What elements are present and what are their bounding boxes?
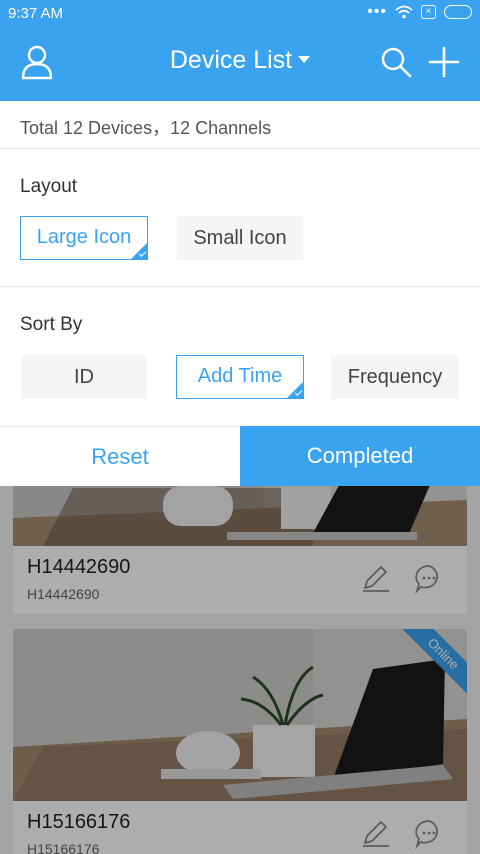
action-buttons: Reset Completed xyxy=(0,426,480,486)
page-title: Device List xyxy=(169,46,293,74)
sort-title: Sort By xyxy=(20,314,83,335)
option-label: Small Icon xyxy=(193,227,287,249)
header-bar: 9:37 AM ••• × Device List xyxy=(0,0,480,101)
sort-option-frequency[interactable]: Frequency xyxy=(331,355,459,399)
status-time: 9:37 AM xyxy=(8,5,64,22)
option-label: ID xyxy=(74,366,94,388)
layout-section: Layout Large Icon Small Icon xyxy=(0,149,480,287)
search-icon[interactable] xyxy=(378,44,414,80)
layout-title: Layout xyxy=(20,176,78,197)
add-icon[interactable] xyxy=(426,44,462,80)
device-summary: Total 12 Devices，12 Channels xyxy=(0,101,480,149)
more-dots-icon: ••• xyxy=(367,3,387,20)
sort-option-add-time[interactable]: Add Time xyxy=(176,355,304,399)
option-label: Large Icon xyxy=(36,226,132,248)
battery-icon xyxy=(444,5,472,19)
option-label: Add Time xyxy=(197,365,283,387)
sort-option-id[interactable]: ID xyxy=(21,355,147,399)
completed-button[interactable]: Completed xyxy=(240,426,480,486)
caret-down-icon xyxy=(298,55,311,63)
layout-option-small-icon[interactable]: Small Icon xyxy=(177,216,303,260)
no-sim-icon: × xyxy=(421,5,436,19)
sort-section: Sort By ID Add Time Frequency xyxy=(0,288,480,426)
status-icons: ••• × xyxy=(367,4,472,20)
check-corner-icon xyxy=(286,381,304,399)
dim-overlay[interactable] xyxy=(0,486,480,854)
check-corner-icon xyxy=(130,242,148,260)
layout-option-large-icon[interactable]: Large Icon xyxy=(20,216,148,260)
reset-button[interactable]: Reset xyxy=(0,426,240,486)
option-label: Frequency xyxy=(347,366,443,388)
wifi-icon xyxy=(395,5,413,19)
status-bar: 9:37 AM ••• × xyxy=(0,0,480,28)
